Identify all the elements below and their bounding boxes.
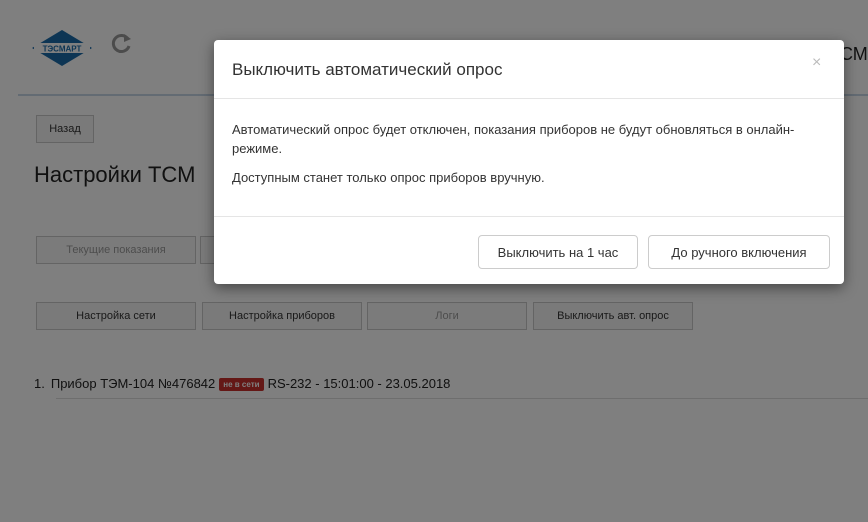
disable-one-hour-button[interactable]: Выключить на 1 час <box>478 235 638 269</box>
disable-auto-poll-dialog: Выключить автоматический опрос × Автомат… <box>214 40 844 284</box>
dialog-title: Выключить автоматический опрос <box>232 60 503 79</box>
dialog-footer: Выключить на 1 час До ручного включения <box>214 216 844 285</box>
dialog-message-secondary: Доступным станет только опрос приборов в… <box>232 170 545 185</box>
dialog-message: Автоматический опрос будет отключен, пок… <box>232 122 795 156</box>
dialog-header: Выключить автоматический опрос × <box>214 40 844 99</box>
dialog-body: Автоматический опрос будет отключен, пок… <box>232 120 824 197</box>
close-icon[interactable]: × <box>812 54 821 72</box>
disable-until-manual-button[interactable]: До ручного включения <box>648 235 830 269</box>
